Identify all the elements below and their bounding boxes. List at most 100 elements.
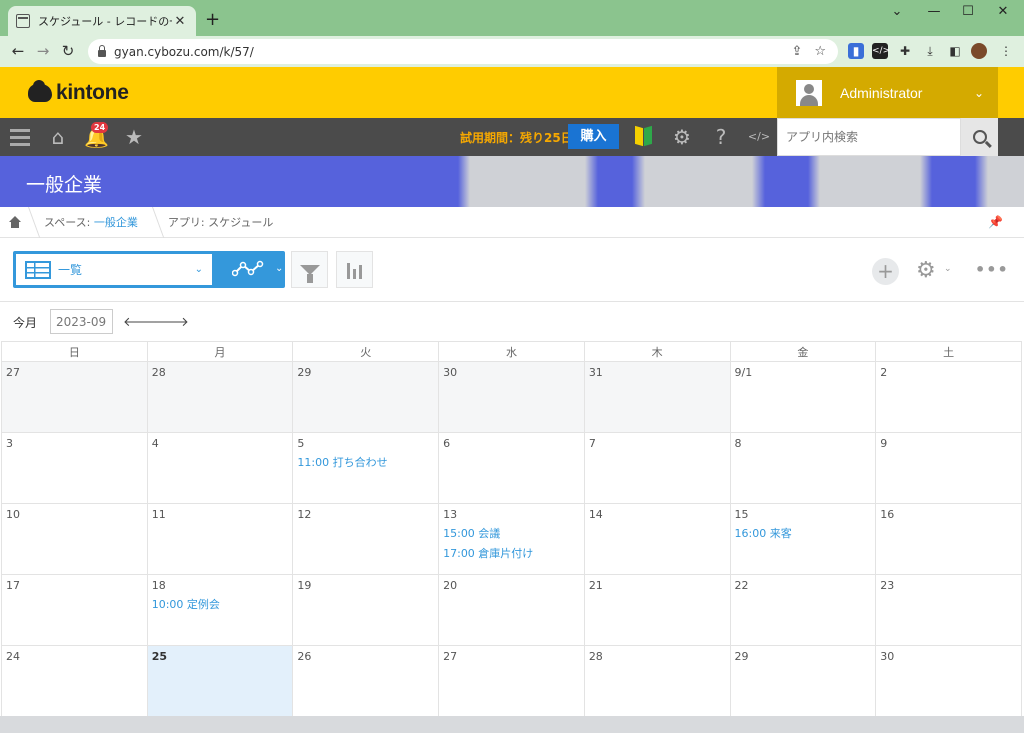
help-icon[interactable]: ? bbox=[709, 125, 733, 149]
calendar-event-link[interactable]: 15:00 会議 bbox=[443, 525, 580, 541]
breadcrumb-app[interactable]: アプリ: スケジュール bbox=[152, 207, 287, 238]
calendar-day-cell[interactable]: 9/1 bbox=[729, 361, 877, 433]
calendar-day-cell[interactable]: 17 bbox=[1, 574, 148, 646]
add-record-button[interactable]: + bbox=[872, 258, 899, 285]
beginner-mark-icon[interactable] bbox=[635, 127, 653, 147]
user-menu[interactable]: Administrator ⌄ bbox=[777, 67, 998, 118]
breadcrumb-space[interactable]: スペース: 一般企業 bbox=[28, 207, 152, 238]
day-number: 29 bbox=[297, 366, 312, 379]
more-options-icon[interactable]: ••• bbox=[975, 260, 1009, 279]
back-arrow-icon[interactable]: ← bbox=[8, 42, 28, 60]
calendar-day-cell[interactable]: 18 10:00 定例会 bbox=[146, 574, 294, 646]
calendar-day-cell[interactable]: 19 bbox=[292, 574, 440, 646]
side-panel-icon[interactable]: ◧ bbox=[947, 43, 963, 59]
day-number: 16 bbox=[880, 508, 895, 521]
reload-icon[interactable]: ↻ bbox=[58, 42, 78, 60]
puzzle-icon[interactable]: ✚ bbox=[897, 43, 913, 59]
calendar-day-cell[interactable]: 31 bbox=[583, 361, 731, 433]
pin-icon[interactable]: 📌 bbox=[988, 215, 1003, 229]
calendar-event-link[interactable]: 16:00 来客 bbox=[735, 525, 872, 541]
graph-chevron-down-icon[interactable]: ⌄ bbox=[275, 263, 283, 274]
share-icon[interactable]: ⇪ bbox=[791, 44, 802, 59]
calendar-day-cell[interactable]: 29 bbox=[292, 361, 440, 433]
settings-gear-icon[interactable]: ⚙ bbox=[670, 125, 694, 149]
calendar-day-cell[interactable]: 11 bbox=[146, 503, 294, 575]
profile-avatar[interactable] bbox=[971, 43, 987, 59]
calendar-day-cell[interactable]: 14 bbox=[583, 503, 731, 575]
next-month-arrow-icon[interactable]: 🡒 bbox=[154, 314, 189, 330]
graph-view-icon[interactable] bbox=[232, 260, 266, 278]
browser-tab[interactable]: スケジュール - レコードの一覧 ✕ bbox=[8, 6, 196, 36]
menu-kebab-icon[interactable]: ⋮ bbox=[998, 43, 1014, 59]
calendar-day-cell[interactable]: 27 bbox=[1, 361, 148, 433]
calendar-event-link[interactable]: 11:00 打ち合わせ bbox=[297, 454, 434, 470]
calendar-day-cell[interactable]: 29 bbox=[729, 645, 877, 717]
this-month-button[interactable]: 今月 bbox=[13, 314, 37, 331]
calendar-day-cell[interactable]: 15 16:00 来客 bbox=[729, 503, 877, 575]
day-number: 11 bbox=[151, 508, 166, 521]
calendar-day-cell[interactable]: 3 bbox=[1, 432, 148, 504]
favorite-star-icon[interactable]: ★ bbox=[122, 125, 146, 149]
day-number: 2 bbox=[880, 366, 888, 379]
tab-close-icon[interactable]: ✕ bbox=[172, 14, 188, 29]
settings-chevron-down-icon[interactable]: ⌄ bbox=[944, 264, 952, 274]
app-settings-gear-icon[interactable]: ⚙ bbox=[916, 258, 936, 283]
home-icon[interactable]: ⌂ bbox=[46, 125, 70, 149]
calendar-day-cell[interactable]: 10 bbox=[1, 503, 148, 575]
view-selector[interactable]: 一覧 ⌄ ⌄ bbox=[13, 251, 285, 288]
view-dropdown[interactable]: 一覧 ⌄ bbox=[16, 254, 212, 285]
kintone-logo[interactable]: kintone bbox=[28, 80, 129, 105]
minimize-button[interactable]: — bbox=[919, 4, 949, 19]
calendar-day-cell[interactable]: 30 bbox=[875, 645, 1022, 717]
download-icon[interactable]: ⤓ bbox=[922, 43, 938, 59]
calendar-day-cell[interactable]: 6 bbox=[438, 432, 585, 504]
new-tab-button[interactable]: + bbox=[205, 9, 220, 30]
calendar-day-cell[interactable]: 26 bbox=[292, 645, 440, 717]
calendar-day-cell[interactable]: 30 bbox=[438, 361, 585, 433]
calendar-day-cell[interactable]: 21 bbox=[583, 574, 731, 646]
calendar-day-cell[interactable]: 9 bbox=[875, 432, 1022, 504]
code-extension-icon[interactable]: </> bbox=[872, 43, 890, 59]
url-text[interactable]: gyan.cybozu.com/k/57/ bbox=[114, 45, 791, 59]
calendar-day-cell[interactable]: 4 bbox=[146, 432, 294, 504]
forward-arrow-icon[interactable]: → bbox=[33, 42, 53, 60]
graph-button[interactable] bbox=[336, 251, 373, 288]
buy-button[interactable]: 購入 bbox=[568, 124, 619, 149]
breadcrumb-app-prefix: アプリ: bbox=[167, 215, 209, 229]
api-code-icon[interactable]: </> bbox=[747, 125, 771, 149]
search-button[interactable] bbox=[961, 118, 998, 156]
breadcrumb-space-link[interactable]: 一般企業 bbox=[94, 216, 138, 229]
calendar-day-cell[interactable]: 25 bbox=[146, 645, 294, 717]
calendar-day-cell[interactable]: 27 bbox=[438, 645, 585, 717]
bookmark-star-icon[interactable]: ☆ bbox=[814, 44, 826, 59]
calendar-day-cell[interactable]: 16 bbox=[875, 503, 1022, 575]
url-field[interactable]: gyan.cybozu.com/k/57/ ⇪ ☆ bbox=[88, 39, 838, 64]
app-search-input[interactable] bbox=[786, 130, 952, 144]
calendar-event-link[interactable]: 17:00 倉庫片付け bbox=[443, 545, 580, 561]
calendar-day-cell[interactable]: 13 15:00 会議 17:00 倉庫片付け bbox=[438, 503, 585, 575]
calendar-day-cell[interactable]: 22 bbox=[729, 574, 877, 646]
month-input[interactable] bbox=[50, 309, 113, 334]
calendar-day-cell[interactable]: 7 bbox=[583, 432, 731, 504]
weekday-header: 火 bbox=[292, 341, 440, 362]
extension-icon[interactable]: ▮ bbox=[848, 43, 864, 59]
maximize-button[interactable]: ☐ bbox=[953, 4, 983, 19]
calendar-day-cell[interactable]: 8 bbox=[729, 432, 877, 504]
calendar-day-cell[interactable]: 20 bbox=[438, 574, 585, 646]
calendar-day-cell[interactable]: 28 bbox=[146, 361, 294, 433]
close-window-button[interactable]: ✕ bbox=[988, 4, 1018, 19]
calendar-event-link[interactable]: 10:00 定例会 bbox=[152, 596, 289, 612]
prev-month-arrow-icon[interactable]: 🡐 bbox=[123, 314, 158, 330]
calendar-day-cell[interactable]: 12 bbox=[292, 503, 440, 575]
chevron-down-icon: ⌄ bbox=[194, 264, 203, 275]
calendar-day-cell[interactable]: 2 bbox=[875, 361, 1022, 433]
calendar-day-cell[interactable]: 24 bbox=[1, 645, 148, 717]
horizontal-scrollbar[interactable] bbox=[0, 716, 1024, 733]
filter-button[interactable] bbox=[291, 251, 328, 288]
calendar-day-cell[interactable]: 28 bbox=[583, 645, 731, 717]
tab-search-chevron-icon[interactable]: ⌄ bbox=[882, 4, 912, 19]
calendar-day-cell[interactable]: 23 bbox=[875, 574, 1022, 646]
calendar-day-cell[interactable]: 5 11:00 打ち合わせ bbox=[292, 432, 440, 504]
breadcrumb-home-icon[interactable] bbox=[0, 207, 28, 238]
menu-hamburger-icon[interactable] bbox=[10, 125, 30, 149]
